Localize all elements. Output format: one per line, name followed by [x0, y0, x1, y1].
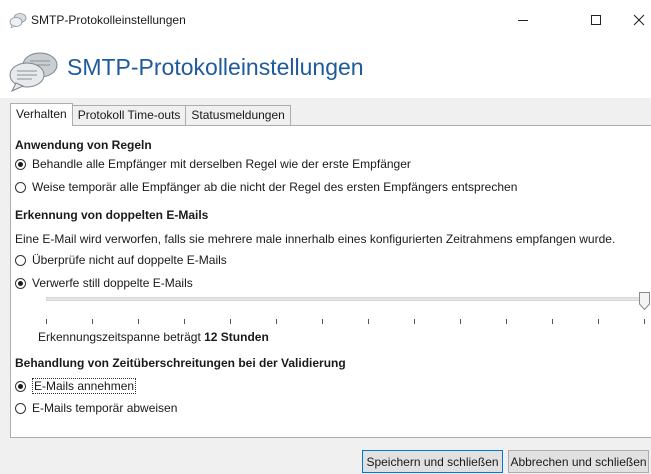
timeouts-section-title: Behandlung von Zeitüberschreitungen bei … [15, 356, 346, 370]
tab-verhalten[interactable]: Verhalten [10, 103, 73, 126]
duplicates-option-no-check[interactable]: Überprüfe nicht auf doppelte E-Mails [15, 253, 227, 267]
duplicates-description: Eine E-Mail wird verworfen, falls sie me… [15, 232, 616, 246]
radio-label: Behandle alle Empfänger mit derselben Re… [32, 157, 411, 171]
save-and-close-button[interactable]: Speichern und schließen [362, 450, 503, 473]
radio-label: Überprüfe nicht auf doppelte E-Mails [32, 253, 227, 267]
cancel-and-close-button[interactable]: Abbrechen und schließen [508, 450, 649, 473]
tab-protokoll-time-outs[interactable]: Protokoll Time-outs [71, 105, 187, 126]
radio-label: E-Mails annehmen [32, 378, 137, 394]
slider-tick [46, 319, 47, 324]
slider-tick [368, 319, 369, 324]
slider-tick [598, 319, 599, 324]
maximize-icon [591, 15, 601, 25]
rules-option-same-rule[interactable]: Behandle alle Empfänger mit derselben Re… [15, 157, 411, 171]
slider-tick [92, 319, 93, 324]
minimize-button[interactable] [505, 8, 541, 32]
tab-bar: Verhalten Protokoll Time-outs Statusmeld… [10, 103, 291, 126]
timeouts-option-accept[interactable]: E-Mails annehmen [15, 378, 137, 394]
slider-tick [460, 319, 461, 324]
radio-button[interactable] [15, 254, 26, 266]
radio-button[interactable] [15, 380, 26, 392]
timespan-prefix: Erkennungszeitspanne beträgt [38, 330, 201, 344]
close-icon [633, 14, 645, 26]
maximize-button[interactable] [578, 8, 614, 32]
duplicates-option-discard[interactable]: Verwerfe still doppelte E-Mails [15, 276, 193, 290]
slider-tick [506, 319, 507, 324]
window-title: SMTP-Protokolleinstellungen [31, 13, 186, 27]
timespan-slider-thumb[interactable] [639, 292, 650, 310]
tab-statusmeldungen[interactable]: Statusmeldungen [185, 105, 291, 126]
timeouts-option-reject[interactable]: E-Mails temporär abweisen [15, 401, 177, 415]
close-button[interactable] [624, 8, 651, 32]
slider-tick [138, 319, 139, 324]
radio-button[interactable] [15, 181, 26, 193]
rules-section-title: Anwendung von Regeln [15, 138, 152, 152]
page-title: SMTP-Protokolleinstellungen [67, 54, 364, 80]
radio-button[interactable] [15, 277, 26, 289]
timespan-value: 12 Stunden [204, 330, 269, 344]
duplicates-section-title: Erkennung von doppelten E-Mails [15, 208, 209, 222]
slider-tick [322, 319, 323, 324]
slider-tick [184, 319, 185, 324]
slider-tick [644, 319, 645, 324]
timespan-text: Erkennungszeitspanne beträgt 12 Stunden [38, 330, 269, 344]
radio-label: E-Mails temporär abweisen [32, 401, 178, 415]
slider-tick [552, 319, 553, 324]
radio-label: Verwerfe still doppelte E-Mails [32, 276, 193, 290]
chat-bubbles-icon [9, 13, 27, 28]
timespan-slider-track[interactable] [46, 297, 644, 301]
slider-tick [230, 319, 231, 324]
dialog-header: SMTP-Protokolleinstellungen [0, 40, 651, 98]
slider-tick [414, 319, 415, 324]
slider-tick [276, 319, 277, 324]
radio-button[interactable] [15, 402, 26, 414]
radio-label: Weise temporär alle Empfänger ab die nic… [32, 180, 518, 194]
radio-button[interactable] [15, 158, 26, 170]
minimize-icon [518, 20, 528, 21]
chat-bubbles-icon [9, 52, 58, 92]
rules-option-reject-temporary[interactable]: Weise temporär alle Empfänger ab die nic… [15, 180, 517, 194]
title-bar: SMTP-Protokolleinstellungen [0, 0, 651, 40]
